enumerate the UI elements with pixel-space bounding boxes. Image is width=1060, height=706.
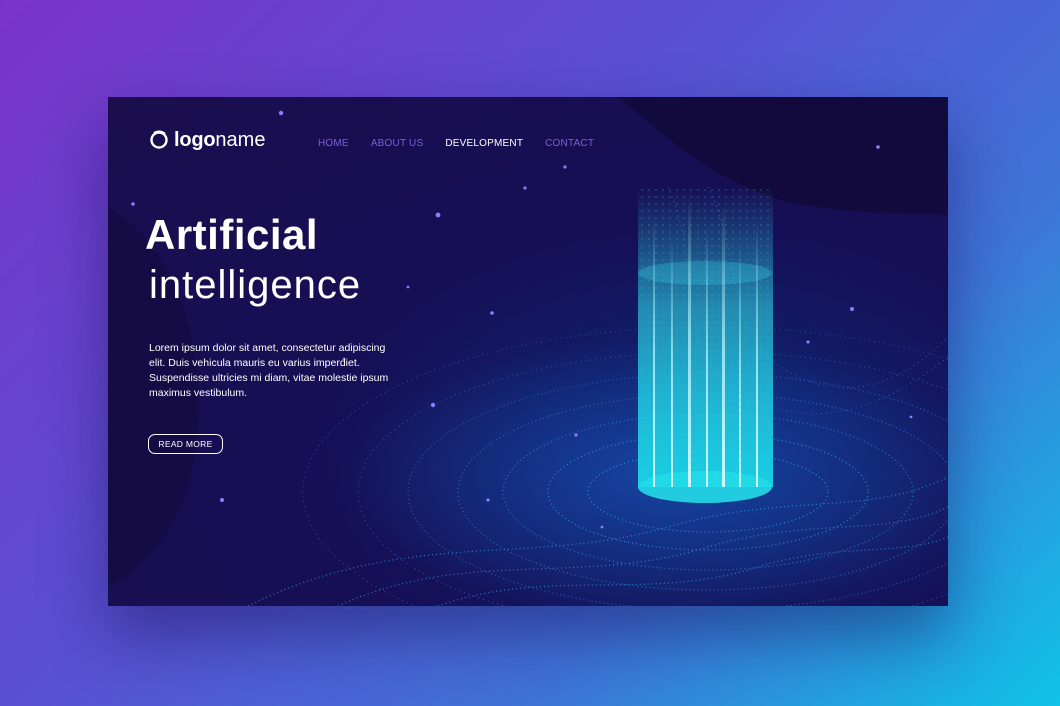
nav-item-about-us[interactable]: ABOUT US <box>371 138 424 149</box>
logo-ring-icon <box>150 130 168 149</box>
hero-description: Lorem ipsum dolor sit amet, consectetur … <box>149 342 389 399</box>
hero-subtitle: intelligence <box>149 263 362 307</box>
glowing-cylinder-beam <box>638 187 773 503</box>
read-more-button[interactable]: READ MORE <box>148 434 223 454</box>
nav-item-development[interactable]: DEVELOPMENT <box>445 138 523 149</box>
nav-item-contact[interactable]: CONTACT <box>545 138 594 149</box>
main-navigation: HOME ABOUT US DEVELOPMENT CONTACT <box>318 138 616 149</box>
landing-card: logo name HOME ABOUT US DEVELOPMENT CONTA… <box>108 97 948 606</box>
logo[interactable]: logo name <box>148 127 265 153</box>
nav-item-home[interactable]: HOME <box>318 138 349 149</box>
hero-title: Artificial <box>145 211 319 258</box>
logo-text-bold: logo <box>174 128 216 151</box>
logo-text-light: name <box>215 128 266 151</box>
